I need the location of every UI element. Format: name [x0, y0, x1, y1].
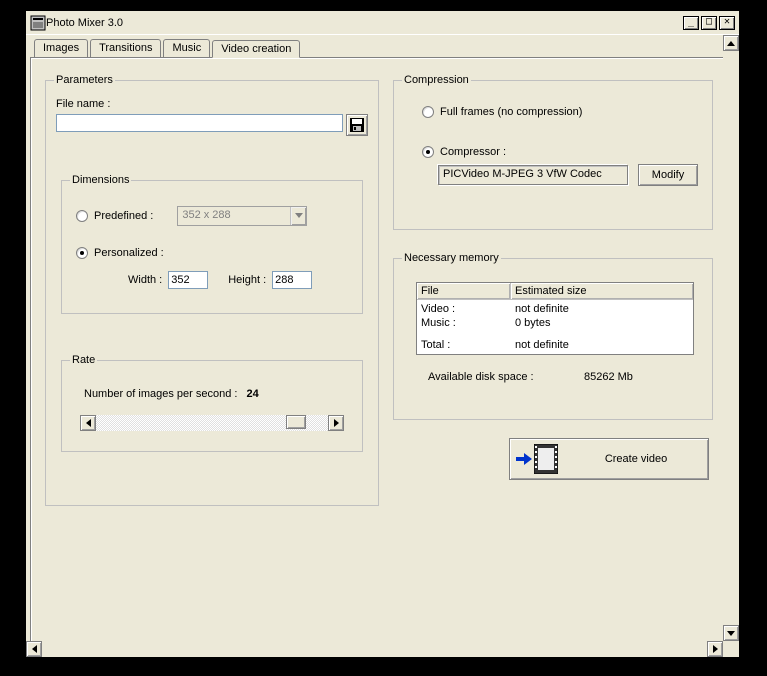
workarea: Images Transitions Music Video creation … [26, 35, 739, 657]
chevron-left-icon [86, 419, 91, 427]
total-value: not definite [515, 339, 689, 351]
memory-group: Necessary memory File Estimated size Vid… [393, 252, 713, 420]
rate-scrollbar[interactable] [80, 415, 344, 431]
rate-dec-button[interactable] [80, 415, 96, 431]
chevron-right-icon [713, 645, 718, 653]
tabstrip: Images Transitions Music Video creation [34, 39, 737, 57]
table-row: Music : 0 bytes [421, 316, 689, 330]
create-video-label: Create video [564, 453, 708, 465]
compression-legend: Compression [402, 74, 471, 86]
chevron-right-icon [334, 419, 339, 427]
disk-value: 85262 Mb [584, 371, 633, 383]
tab-music[interactable]: Music [163, 39, 210, 57]
predefined-label: Predefined : [94, 210, 153, 222]
table-row: Total : not definite [421, 338, 689, 352]
outer-vscroll[interactable] [723, 35, 739, 641]
col-file: File [417, 283, 511, 299]
close-button[interactable]: ✕ [719, 16, 735, 30]
total-label: Total : [421, 339, 515, 351]
width-input[interactable] [168, 271, 208, 289]
create-video-button[interactable]: Create video [509, 438, 709, 480]
rate-group: Rate Number of images per second : 24 [61, 354, 363, 452]
width-label: Width : [128, 274, 162, 286]
col-size: Estimated size [511, 283, 693, 299]
tab-images[interactable]: Images [34, 39, 88, 57]
rate-inc-button[interactable] [328, 415, 344, 431]
codec-display: PICVideo M-JPEG 3 VfW Codec [438, 165, 628, 185]
tab-transitions[interactable]: Transitions [90, 39, 161, 57]
filmstrip-icon [534, 444, 558, 474]
memory-table: File Estimated size Video : not definite… [416, 282, 694, 355]
app-icon [30, 15, 46, 31]
predefined-combo[interactable]: 352 x 288 [177, 206, 307, 226]
rate-legend: Rate [70, 354, 97, 366]
app-window: Photo Mixer 3.0 _ □ ✕ Images Transitions… [25, 10, 740, 658]
disk-label: Available disk space : [428, 371, 584, 383]
chevron-down-icon [295, 213, 303, 219]
music-value: 0 bytes [515, 317, 689, 329]
chevron-down-icon [727, 631, 735, 636]
file-name-input[interactable] [56, 114, 343, 132]
window-title: Photo Mixer 3.0 [46, 17, 681, 29]
full-frames-radio[interactable]: Full frames (no compression) [422, 106, 582, 118]
maximize-button[interactable]: □ [701, 16, 717, 30]
modify-button[interactable]: Modify [638, 164, 698, 186]
chevron-left-icon [32, 645, 37, 653]
tab-panel: Parameters File name : Dimensions Predef… [30, 57, 732, 645]
dimensions-legend: Dimensions [70, 174, 131, 186]
scroll-left-button[interactable] [26, 641, 42, 657]
personalized-radio[interactable]: Personalized : [76, 247, 164, 259]
video-label: Video : [421, 303, 515, 315]
scroll-down-button[interactable] [723, 625, 739, 641]
chevron-up-icon [727, 41, 735, 46]
floppy-disk-icon [350, 118, 364, 132]
save-button[interactable] [346, 114, 368, 136]
scroll-right-button[interactable] [707, 641, 723, 657]
parameters-legend: Parameters [54, 74, 115, 86]
music-label: Music : [421, 317, 515, 329]
arrow-right-icon [516, 453, 532, 465]
rate-label: Number of images per second : [84, 388, 237, 400]
minimize-button[interactable]: _ [683, 16, 699, 30]
predefined-radio[interactable]: Predefined : [76, 210, 153, 222]
rate-scroll-thumb[interactable] [286, 415, 306, 429]
video-value: not definite [515, 303, 689, 315]
compression-group: Compression Full frames (no compression)… [393, 74, 713, 230]
scroll-up-button[interactable] [723, 35, 739, 51]
scroll-corner [723, 641, 739, 657]
predefined-dropdown-button[interactable] [290, 207, 306, 225]
full-frames-label: Full frames (no compression) [440, 106, 582, 118]
predefined-value: 352 x 288 [178, 207, 290, 225]
compressor-radio[interactable]: Compressor : [422, 146, 506, 158]
height-input[interactable] [272, 271, 312, 289]
dimensions-group: Dimensions Predefined : 352 x 288 [61, 174, 363, 314]
height-label: Height : [228, 274, 266, 286]
titlebar: Photo Mixer 3.0 _ □ ✕ [26, 11, 739, 35]
table-row: Video : not definite [421, 302, 689, 316]
outer-hscroll[interactable] [26, 641, 723, 657]
file-name-label: File name : [56, 98, 370, 110]
rate-value: 24 [247, 388, 259, 400]
compressor-label: Compressor : [440, 146, 506, 158]
modify-label: Modify [652, 169, 684, 181]
tab-video-creation[interactable]: Video creation [212, 40, 300, 58]
personalized-label: Personalized : [94, 247, 164, 259]
memory-legend: Necessary memory [402, 252, 501, 264]
